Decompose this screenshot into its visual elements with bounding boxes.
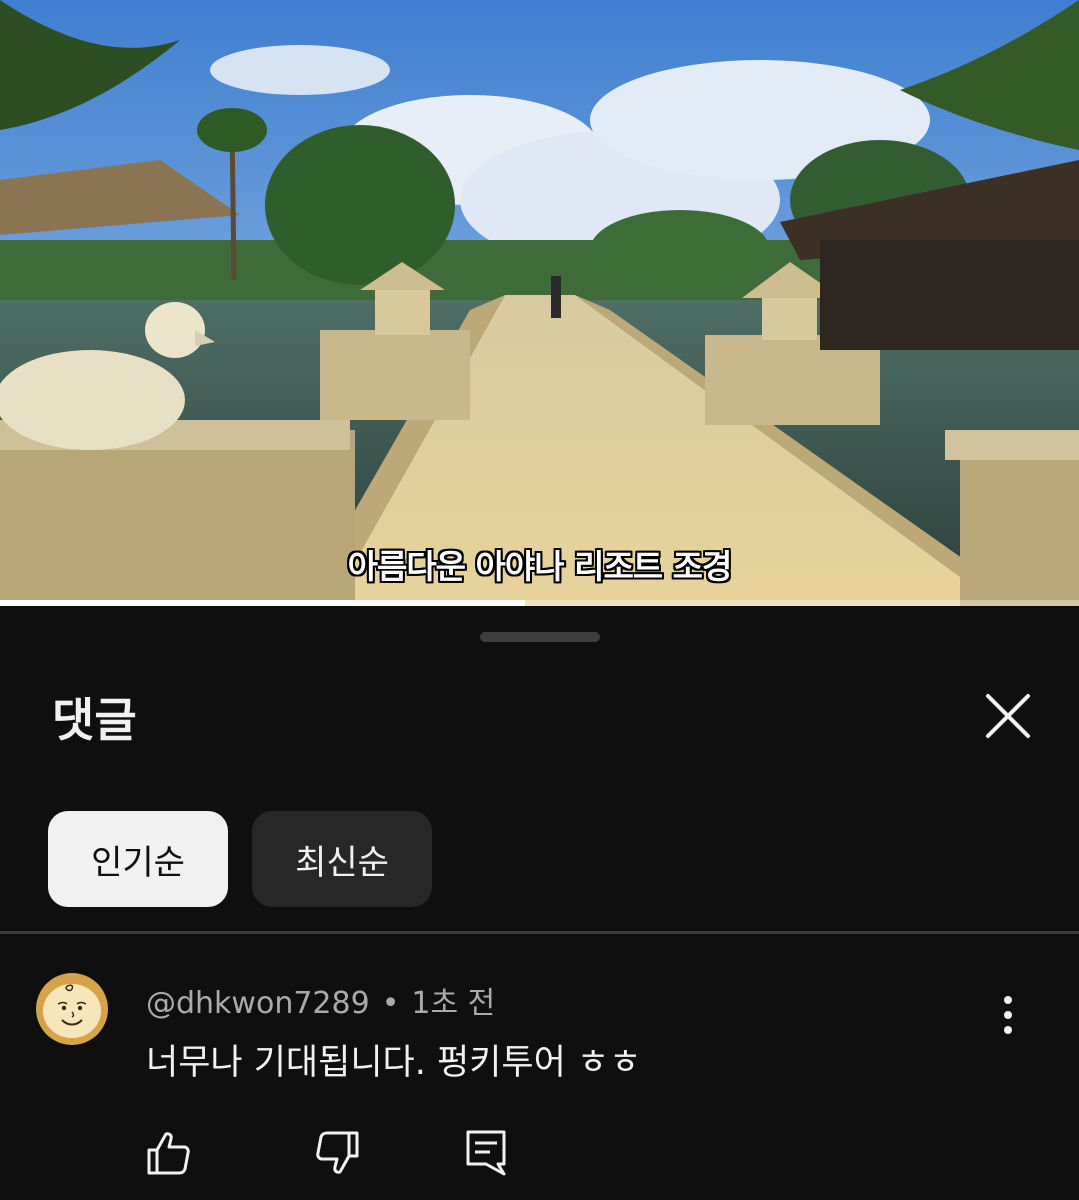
reply-button[interactable]	[462, 1128, 512, 1178]
reply-comment-icon	[466, 1130, 506, 1176]
sort-chip-label: 최신순	[295, 842, 389, 883]
close-button[interactable]	[980, 688, 1036, 744]
video-subtitle: 아름다운 아야나 리조트 조경	[347, 547, 733, 586]
thumb-down-icon	[316, 1131, 359, 1174]
drag-handle[interactable]	[480, 632, 600, 642]
comment-more-button[interactable]	[990, 988, 1026, 1044]
close-icon	[986, 694, 1030, 738]
separator-dot: •	[381, 986, 400, 1021]
video-player[interactable]: 아름다운 아야나 리조트 조경	[0, 0, 1079, 606]
thumb-up-icon	[147, 1132, 190, 1175]
comment-text: 너무나 기대됩니다. 펑키투어 ㅎㅎ	[146, 1043, 642, 1083]
divider	[0, 931, 1079, 934]
avatar[interactable]	[36, 973, 108, 1045]
comment-meta: @dhkwon7289 • 1초 전	[146, 978, 495, 1022]
like-button[interactable]	[144, 1128, 194, 1178]
comment-author[interactable]: @dhkwon7289	[146, 986, 370, 1021]
charlie-brown-avatar-icon	[36, 973, 108, 1045]
video-frame	[0, 0, 1079, 606]
comments-panel: 댓글 인기순 최신순 @dhkwon7289 • 1초 전 너무나 기대됩니다. 펑…	[0, 606, 1079, 1200]
sort-chip-label: 인기순	[91, 842, 185, 883]
more-vert-icon	[1004, 996, 1012, 1034]
sort-chip-popular[interactable]: 인기순	[48, 811, 228, 907]
dislike-button[interactable]	[312, 1128, 362, 1178]
panel-title: 댓글	[52, 693, 137, 747]
comment-time: 1초 전	[411, 986, 496, 1021]
sort-chip-newest[interactable]: 최신순	[252, 811, 432, 907]
